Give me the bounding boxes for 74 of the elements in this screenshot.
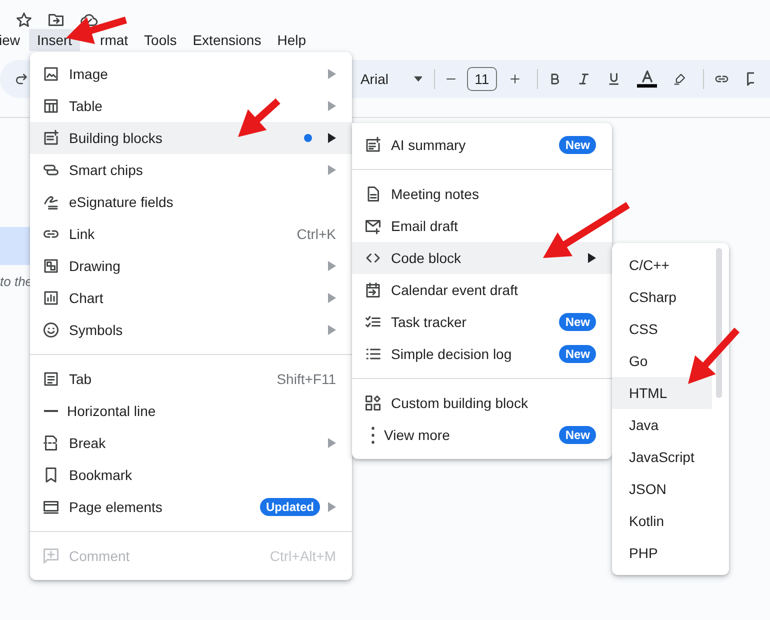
font-dropdown[interactable]: Arial <box>360 71 414 87</box>
menu-bar-item[interactable]: rmat <box>100 29 136 51</box>
comment-plus-icon <box>42 547 60 565</box>
caret-icon[interactable] <box>414 76 422 82</box>
font-size-field[interactable]: 11 <box>467 67 497 91</box>
menu-item[interactable]: Meeting notes <box>352 178 612 210</box>
signature-icon <box>42 193 60 211</box>
document-sparkle-icon <box>364 136 382 154</box>
highlighter-icon[interactable] <box>673 71 688 87</box>
shapes-grid-icon <box>364 394 382 412</box>
document-plus-icon <box>42 129 60 147</box>
menu-item[interactable]: PHP <box>612 537 712 569</box>
calendar-icon <box>364 281 382 299</box>
chart-icon <box>42 289 60 307</box>
menu-item[interactable]: C/C++ <box>612 249 712 281</box>
page-elements-icon <box>42 498 60 516</box>
menu-item[interactable]: CSharp <box>612 281 712 313</box>
menu-bar-item[interactable]: Extensions <box>184 29 270 51</box>
menu-item[interactable]: Image <box>30 58 352 90</box>
menu-item[interactable]: Bookmark <box>30 459 352 491</box>
menu-item[interactable]: View more New <box>352 419 612 451</box>
underline-icon[interactable] <box>606 71 621 87</box>
menu-item[interactable]: Horizontal line <box>30 395 352 427</box>
menu-item[interactable]: Symbols <box>30 314 352 346</box>
new-badge: New <box>559 345 596 363</box>
menu-item[interactable]: Tab Shift+F11 <box>30 363 352 395</box>
menu-item[interactable]: Link Ctrl+K <box>30 218 352 250</box>
annotation-arrow <box>238 98 280 137</box>
menu-item[interactable]: Go <box>612 345 712 377</box>
menu-item[interactable]: Kotlin <box>612 505 712 537</box>
menu-item[interactable]: Custom building block <box>352 387 612 419</box>
menu-item[interactable]: JavaScript <box>612 441 712 473</box>
menu-item[interactable]: Drawing <box>30 250 352 282</box>
menu-item[interactable]: AI summary New <box>352 129 612 161</box>
menu-item[interactable]: Simple decision log New <box>352 338 612 370</box>
smiley-icon <box>42 321 60 339</box>
menu-item[interactable]: Break <box>30 427 352 459</box>
italic-icon[interactable] <box>577 71 591 87</box>
menu-item[interactable]: Smart chips <box>30 154 352 186</box>
more-vertical-icon <box>371 426 375 444</box>
menu-item[interactable]: Task tracker New <box>352 306 612 338</box>
menu-item[interactable]: HTML <box>612 377 712 409</box>
image-icon <box>42 65 60 83</box>
menu-item[interactable]: Email draft <box>352 210 612 242</box>
selection-highlight <box>0 227 30 265</box>
new-badge: New <box>559 426 596 444</box>
star-icon[interactable] <box>15 10 33 28</box>
menu-item[interactable]: JSON <box>612 473 712 505</box>
menu-item[interactable]: Java <box>612 409 712 441</box>
menu-item[interactable]: Table <box>30 90 352 122</box>
menu-item[interactable]: Chart <box>30 282 352 314</box>
scrollbar[interactable] <box>716 248 722 398</box>
table-icon <box>42 97 60 115</box>
annotation-arrow <box>688 328 740 384</box>
menu-item[interactable]: Code block <box>352 242 612 274</box>
new-badge: New <box>559 313 596 331</box>
text-color-icon[interactable] <box>636 68 658 90</box>
document-icon <box>42 370 60 388</box>
menu-bar-item[interactable]: Help <box>269 29 314 51</box>
mail-icon <box>364 217 382 235</box>
updated-badge: Updated <box>260 498 320 516</box>
menu-item[interactable]: Page elements Updated <box>30 491 352 523</box>
menu-item[interactable]: eSignature fields <box>30 186 352 218</box>
menu-item[interactable]: CSS <box>612 313 712 345</box>
plus-icon[interactable] <box>508 72 521 86</box>
new-badge: New <box>559 136 596 154</box>
menu-bar-item[interactable]: Tools <box>136 29 185 51</box>
menu-item[interactable]: Building blocks <box>30 122 352 154</box>
comment-icon[interactable] <box>745 70 754 88</box>
horizontal-line-icon <box>44 410 58 412</box>
menu-item[interactable]: Calendar event draft <box>352 274 612 306</box>
menu-bar-item[interactable]: iew <box>0 29 30 51</box>
drawing-icon <box>42 257 60 275</box>
page-break-icon <box>42 434 60 452</box>
